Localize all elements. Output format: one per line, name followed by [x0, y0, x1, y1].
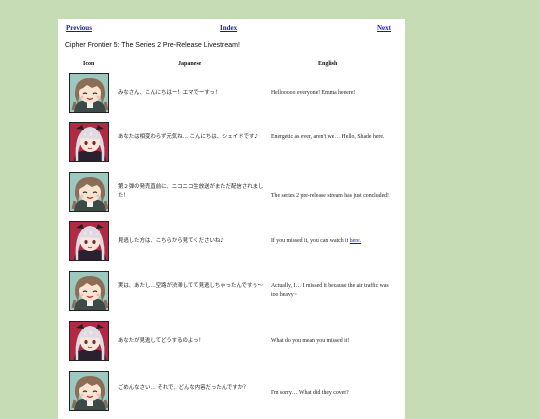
index-link[interactable]: Index [220, 24, 237, 32]
japanese-line: 第２弾の発売直前に、ニコニコ生放送がまただ配信されました！ [118, 184, 264, 199]
previous-link[interactable]: Previous [66, 24, 92, 32]
column-header-english: English [318, 61, 338, 67]
japanese-line: 実は、あたし…空路が渋滞してて見逃しちゃったんですぅ～ [118, 283, 263, 289]
table-row: ごめんなさい… それで、どんな内容だったんですか？ I'm sorry… What… [58, 369, 405, 419]
japanese-line: 見逃した方は、こちらから見てくださいね♪ [118, 238, 224, 244]
english-text: The series 2 pre-release stream has just… [271, 193, 389, 199]
emma-avatar-icon [69, 271, 109, 311]
japanese-line: あなたは相変わらず元気ね… こんにちは、シェイドです♪ [118, 134, 258, 140]
english-text: Energetic as ever, aren't we… Hello, Sha… [271, 134, 385, 140]
english-text: I'm sorry… What did they cover? [271, 390, 349, 396]
english-line: I'm sorry… What did they cover? [271, 389, 391, 398]
table-row: 第２弾の発売直前に、ニコニコ生放送がまただ配信されました！ The series … [58, 170, 405, 220]
table-row: あなたが見逃してどうするのよっ！ What do you mean you mis… [58, 319, 405, 369]
shade-avatar-icon [69, 221, 109, 261]
table-row: あなたは相変わらず元気ね… こんにちは、シェイドです♪ Energetic as … [58, 120, 405, 170]
table-row: 実は、あたし…空路が渋滞してて見逃しちゃったんですぅ～ Actually, I… … [58, 269, 405, 319]
table-row: 見逃した方は、こちらから見てくださいね♪ If you missed it, yo… [58, 219, 405, 269]
column-header-icon: Icon [83, 61, 95, 67]
english-text: What do you mean you missed it! [271, 338, 350, 344]
english-line: Hellooooo everyone! Emma heeere! [271, 89, 391, 98]
english-line: What do you mean you missed it! [271, 337, 391, 346]
column-header-japanese: Japanese [178, 61, 202, 67]
content-page: Previous Index Next Cipher Frontier 5: T… [58, 19, 405, 419]
english-line: Energetic as ever, aren't we… Hello, Sha… [271, 133, 391, 142]
emma-avatar-icon [69, 172, 109, 212]
shade-avatar-icon [69, 122, 109, 162]
table-row: みなさん、こんにちはー！エマでーすっ！ Hellooooo everyone! E… [58, 71, 405, 121]
watch-here-link[interactable]: here. [350, 238, 361, 244]
english-text: Actually, I… I missed it because the air… [271, 283, 389, 298]
japanese-line: あなたが見逃してどうするのよっ！ [118, 338, 204, 344]
emma-avatar-icon [69, 371, 109, 411]
english-line: The series 2 pre-release stream has just… [271, 192, 391, 201]
english-text: If you missed it, you can watch it [271, 238, 350, 244]
shade-avatar-icon [69, 321, 109, 361]
english-text: Hellooooo everyone! Emma heeere! [271, 90, 356, 96]
japanese-line: ごめんなさい… それで、どんな内容だったんですか？ [118, 385, 249, 391]
english-line: If you missed it, you can watch it here. [271, 237, 391, 246]
page-title: Cipher Frontier 5: The Series 2 Pre-Rele… [65, 42, 240, 49]
english-line: Actually, I… I missed it because the air… [271, 282, 391, 300]
japanese-line: みなさん、こんにちはー！エマでーすっ！ [118, 90, 221, 96]
top-navigation: Previous Index Next [58, 24, 405, 36]
emma-avatar-icon [69, 73, 109, 113]
next-link[interactable]: Next [377, 24, 391, 32]
